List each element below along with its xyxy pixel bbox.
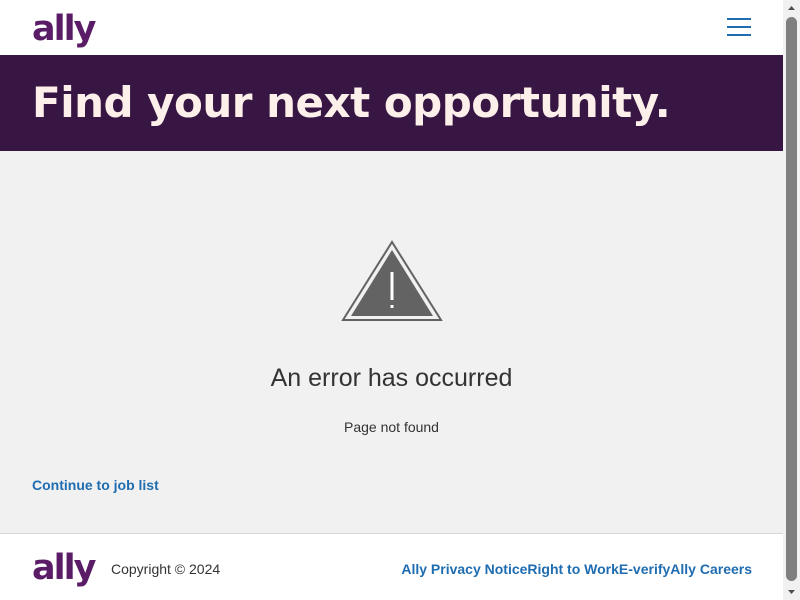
hero-title: Find your next opportunity. [32, 78, 671, 127]
site-footer: ally Copyright © 2024 Ally Privacy Notic… [0, 533, 783, 600]
continue-to-job-list-link[interactable]: Continue to job list [32, 475, 159, 495]
menu-bar [727, 34, 751, 36]
error-message: Page not found [344, 419, 439, 435]
privacy-notice-link[interactable]: Ally Privacy Notice [401, 559, 527, 579]
site-header: ally [0, 0, 783, 55]
copyright-text: Copyright © 2024 [111, 561, 221, 577]
right-to-work-link[interactable]: Right to Work [527, 559, 619, 579]
warning-triangle-icon [341, 240, 443, 321]
page: ally Find your next opportunity. An erro… [0, 0, 783, 600]
menu-bar [727, 18, 751, 20]
menu-bar [727, 26, 751, 28]
scroll-down-arrow-icon[interactable] [783, 583, 800, 600]
ally-logo[interactable]: ally [32, 9, 96, 49]
vertical-scrollbar[interactable] [783, 0, 800, 600]
footer-ally-logo[interactable]: ally [32, 548, 96, 588]
hero-banner: Find your next opportunity. [0, 55, 783, 151]
main-content: An error has occurred Page not found Con… [0, 151, 783, 533]
e-verify-link[interactable]: E-verify [619, 559, 670, 579]
footer-links: Ally Privacy Notice Right to Work E-veri… [401, 559, 752, 579]
scroll-up-arrow-icon[interactable] [783, 0, 800, 17]
ally-careers-link[interactable]: Ally Careers [670, 559, 752, 579]
hamburger-menu-icon[interactable] [725, 16, 753, 40]
error-title: An error has occurred [270, 364, 513, 392]
scrollbar-thumb[interactable] [786, 17, 797, 581]
